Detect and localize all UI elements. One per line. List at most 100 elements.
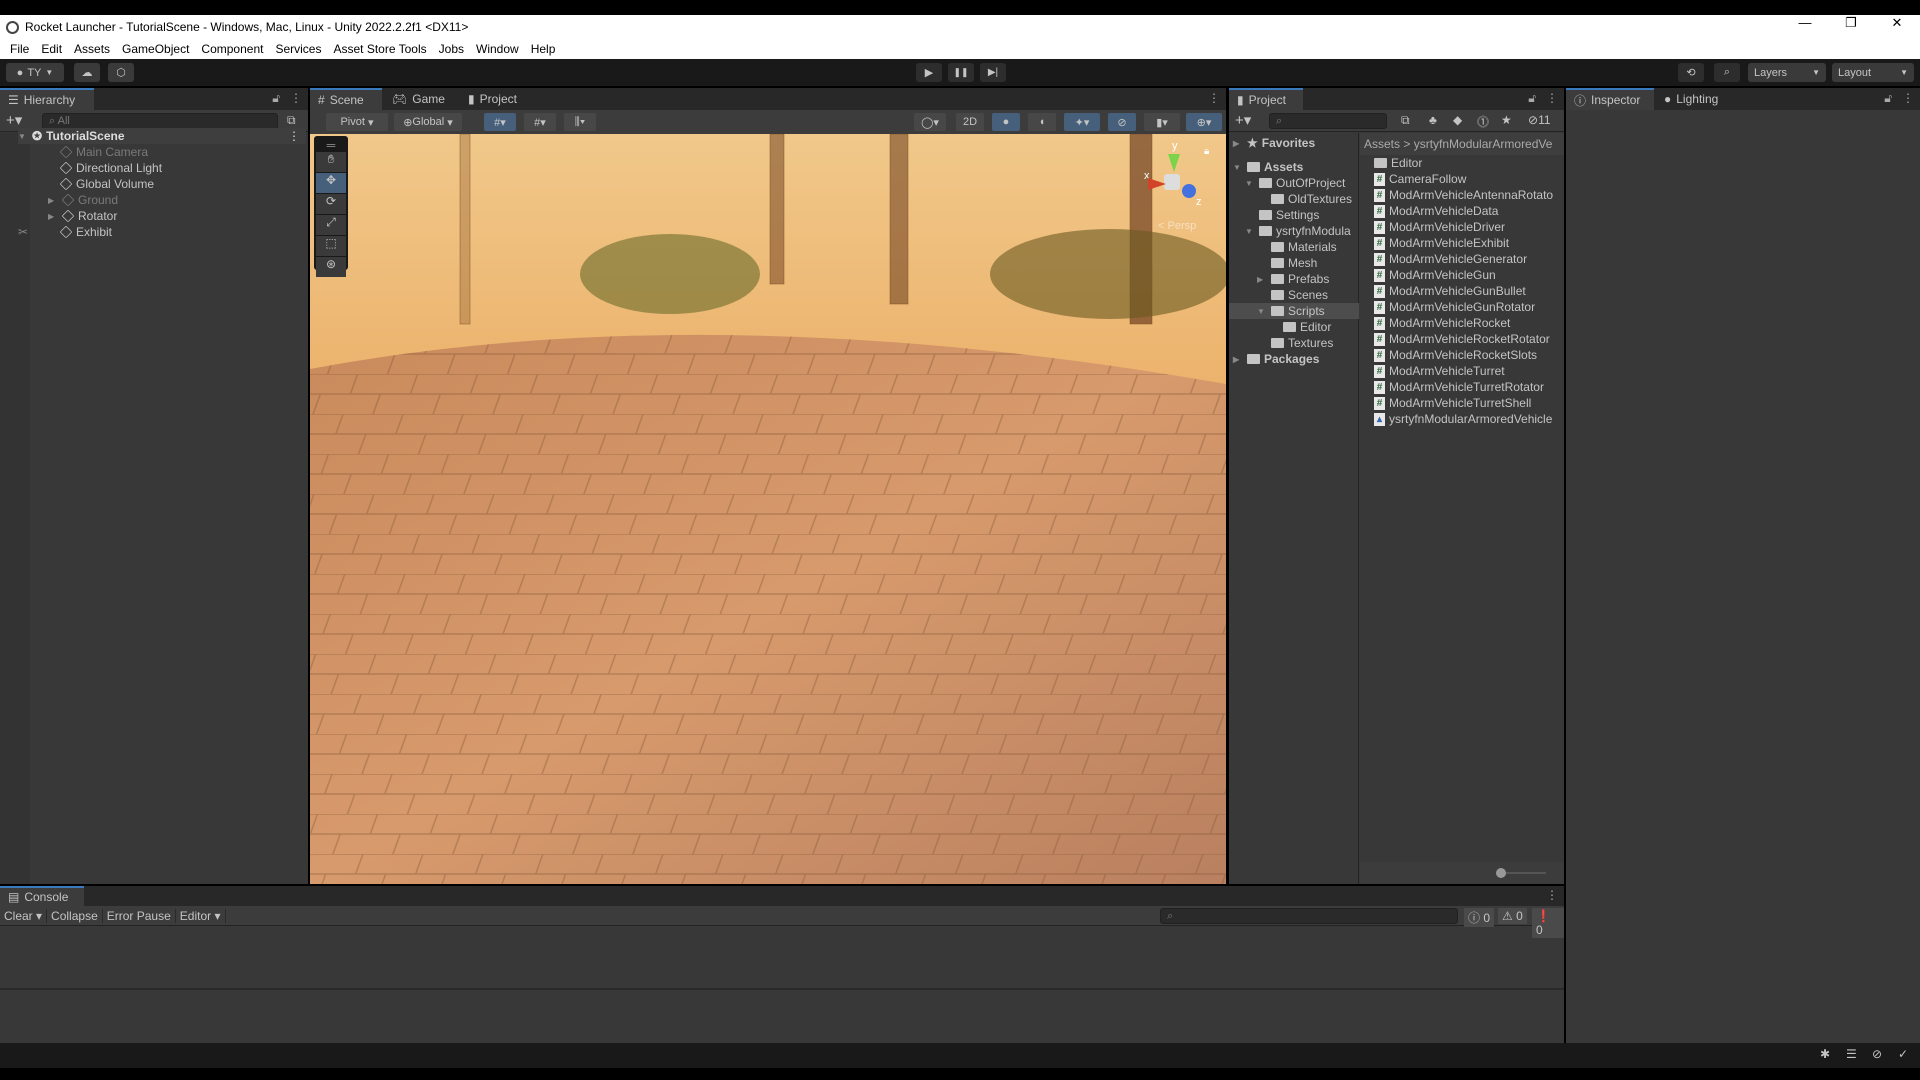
scale-tool[interactable]: ⤢ xyxy=(316,215,346,235)
tab-console[interactable]: ▤ Console xyxy=(0,886,84,906)
folder-tree-item[interactable]: Settings xyxy=(1245,207,1319,223)
grid-snap-toggle[interactable]: #▾ xyxy=(484,113,516,131)
menu-assets[interactable]: Assets xyxy=(68,42,116,56)
asset-item[interactable]: # ModArmVehicleGun xyxy=(1374,267,1496,283)
folder-tree-item[interactable]: ▶ Packages xyxy=(1233,351,1319,367)
folder-tree-item[interactable]: ▼ OutOfProject xyxy=(1245,175,1345,191)
breadcrumb-folder[interactable]: ysrtyfnModularArmoredVe xyxy=(1414,137,1553,151)
tab-game[interactable]: 🎮︎ Game xyxy=(384,88,453,110)
folder-tree-item[interactable]: ▼ ysrtyfnModula xyxy=(1245,223,1351,239)
expand-arrow-icon[interactable]: ▼ xyxy=(1245,179,1255,188)
step-button[interactable]: ▶| xyxy=(980,63,1006,82)
scene-row[interactable]: ▼ ✪ TutorialScene ⋮ xyxy=(18,128,306,144)
asset-item[interactable]: # ModArmVehicleRocketRotator xyxy=(1374,331,1550,347)
pivot-dropdown[interactable]: Pivot ▾ xyxy=(326,113,388,131)
hierarchy-search-input[interactable]: ⌕ All xyxy=(42,113,278,129)
transform-tool[interactable]: ⊛ xyxy=(316,257,346,277)
folder-tree-item[interactable]: Materials xyxy=(1257,239,1337,255)
log-filter-toggle[interactable]: ⓘ 0 xyxy=(1464,908,1495,927)
folder-tree-item[interactable]: ▶ Prefabs xyxy=(1257,271,1329,287)
scene-viewport[interactable] xyxy=(310,134,1226,884)
kebab-menu-icon[interactable]: ⋮ xyxy=(1546,91,1558,106)
hierarchy-item[interactable]: ▶ Rotator xyxy=(48,208,117,224)
2d-toggle[interactable]: 2D xyxy=(956,113,984,131)
folder-tree-item[interactable]: Textures xyxy=(1257,335,1333,351)
kebab-menu-icon[interactable]: ⋮ xyxy=(1208,91,1220,105)
folder-tree-item[interactable]: ▼ Assets xyxy=(1233,159,1303,175)
expand-arrow-icon[interactable]: ▼ xyxy=(1233,163,1243,172)
menu-asset-store-tools[interactable]: Asset Store Tools xyxy=(327,42,432,56)
clear-button[interactable]: Clear ▾ xyxy=(0,908,48,923)
effects-dropdown[interactable]: ✦▾ xyxy=(1064,113,1100,131)
expand-arrow-icon[interactable]: ▶ xyxy=(1233,355,1243,364)
kebab-menu-icon[interactable]: ⋮ xyxy=(1546,888,1558,902)
hand-tool[interactable]: ✋︎ xyxy=(316,152,346,172)
scene-visibility-toggle[interactable]: ⊘ xyxy=(1108,113,1136,131)
play-button[interactable]: ▶ xyxy=(916,63,942,82)
camera-settings-dropdown[interactable]: ▮▾ xyxy=(1144,113,1180,131)
asset-item[interactable]: # ModArmVehicleTurret xyxy=(1374,363,1505,379)
layers-dropdown[interactable]: Layers ▼ xyxy=(1748,63,1826,82)
restore-button[interactable]: ❐ xyxy=(1828,15,1874,31)
gizmo-center-cube[interactable] xyxy=(1164,174,1180,190)
global-dropdown[interactable]: ⊕ Global ▾ xyxy=(394,113,462,131)
lock-icon[interactable]: 🔓︎ xyxy=(1528,91,1536,106)
menu-jobs[interactable]: Jobs xyxy=(433,42,470,56)
folder-tree-item[interactable]: Mesh xyxy=(1257,255,1317,271)
folder-tree-item[interactable]: ▼ Scripts xyxy=(1229,303,1359,319)
kebab-menu-icon[interactable]: ⋮ xyxy=(290,91,302,106)
breadcrumb-assets[interactable]: Assets xyxy=(1364,137,1400,151)
tab-scene[interactable]: # Scene xyxy=(310,88,382,110)
x-axis-cone[interactable] xyxy=(1148,178,1166,190)
tab-project[interactable]: ▮ Project xyxy=(460,88,525,110)
project-search-input[interactable]: ⌕ xyxy=(1269,113,1387,129)
cache-server-icon[interactable]: ☰ xyxy=(1846,1047,1857,1061)
gizmos-dropdown[interactable]: ⊕▾ xyxy=(1186,113,1222,131)
search-by-type-icon[interactable]: ⧉ xyxy=(1401,113,1410,128)
move-tool[interactable]: ✥ xyxy=(316,173,346,193)
asset-item[interactable]: ▴ ysrtyfnModularArmoredVehicle xyxy=(1374,411,1552,427)
folder-tree-item[interactable]: Editor xyxy=(1269,319,1331,335)
tab-hierarchy[interactable]: ☰ Hierarchy xyxy=(0,88,94,110)
debug-icon[interactable]: ✱ xyxy=(1820,1047,1830,1061)
editor-dropdown[interactable]: Editor ▾ xyxy=(176,908,226,923)
audio-toggle[interactable]: ◖ xyxy=(1028,113,1056,131)
lighting-toggle[interactable]: ● xyxy=(992,113,1020,131)
kebab-menu-icon[interactable]: ⋮ xyxy=(1902,91,1914,106)
asset-item[interactable]: # ModArmVehicleGenerator xyxy=(1374,251,1527,267)
tab-inspector[interactable]: ⓘ Inspector xyxy=(1566,88,1654,110)
close-button[interactable]: ✕ xyxy=(1874,15,1920,31)
warning-filter-icon[interactable]: ⓵ xyxy=(1477,113,1489,130)
create-button[interactable]: +▾ xyxy=(1235,111,1251,129)
cloud-button[interactable]: ☁ xyxy=(74,63,100,82)
asset-item[interactable]: # ModArmVehicleGunBullet xyxy=(1374,283,1526,299)
asset-item[interactable]: # ModArmVehicleDriver xyxy=(1374,219,1505,235)
asset-item[interactable]: # ModArmVehicleData xyxy=(1374,203,1498,219)
menu-component[interactable]: Component xyxy=(195,42,269,56)
kebab-menu-icon[interactable]: ⋮ xyxy=(288,129,300,143)
tab-lighting[interactable]: ● Lighting xyxy=(1656,88,1726,110)
filter-by-type-icon[interactable]: ♣ xyxy=(1429,113,1437,127)
menu-services[interactable]: Services xyxy=(269,42,327,56)
console-log-list[interactable] xyxy=(0,927,1564,990)
filter-by-label-icon[interactable]: ◆ xyxy=(1453,113,1462,127)
hidden-packages-toggle[interactable]: ⊘11 xyxy=(1528,113,1551,127)
expand-arrow-icon[interactable]: ▼ xyxy=(1257,307,1267,316)
hierarchy-item[interactable]: Directional Light xyxy=(59,160,162,176)
expand-arrow-icon[interactable]: ▼ xyxy=(18,132,28,141)
asset-item[interactable]: # ModArmVehicleTurretRotator xyxy=(1374,379,1544,395)
auto-generate-lighting-icon[interactable]: ⊘ xyxy=(1872,1047,1882,1061)
search-button[interactable]: ⌕ xyxy=(1714,63,1740,82)
layout-dropdown[interactable]: Layout ▼ xyxy=(1832,63,1914,82)
menu-file[interactable]: File xyxy=(4,42,35,56)
folder-tree-item[interactable]: Scenes xyxy=(1257,287,1328,303)
asset-item[interactable]: # ModArmVehicleExhibit xyxy=(1374,235,1509,251)
drag-handle-icon[interactable]: ═ xyxy=(316,138,346,152)
asset-item[interactable]: # ModArmVehicleGunRotator xyxy=(1374,299,1535,315)
asset-item[interactable]: # CameraFollow xyxy=(1374,171,1466,187)
menu-window[interactable]: Window xyxy=(470,42,525,56)
asset-item[interactable]: Editor xyxy=(1374,155,1422,171)
asset-item[interactable]: # ModArmVehicleAntennaRotato xyxy=(1374,187,1553,203)
orientation-gizmo[interactable]: y x z 🔒︎ < Persp xyxy=(1130,140,1220,240)
lock-icon[interactable]: 🔒︎ xyxy=(1204,146,1209,157)
